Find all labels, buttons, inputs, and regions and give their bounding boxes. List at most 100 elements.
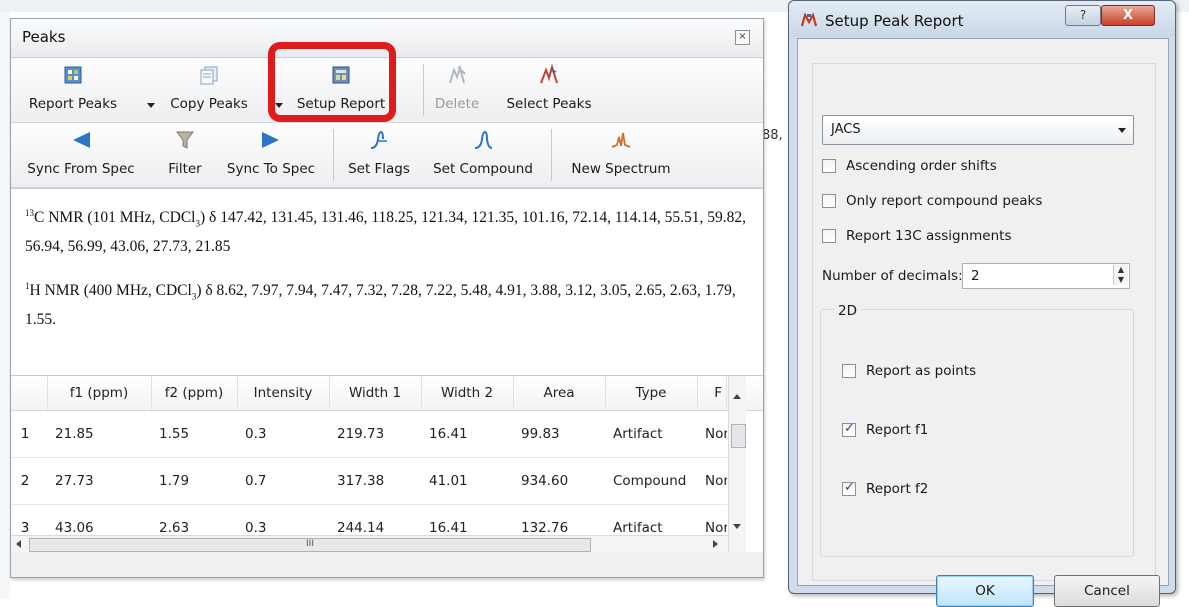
row-number-header [11, 376, 48, 410]
sync-from-spec-label: Sync From Spec [27, 161, 135, 177]
background-partial-number: 88, [762, 128, 783, 143]
table-header: f1 (ppm) f2 (ppm) Intensity Width 1 Widt… [11, 376, 763, 411]
delete-label: Delete [434, 96, 480, 112]
cell-width1[interactable]: 219.73 [329, 411, 421, 457]
spin-arrows-icon[interactable]: ▲ ▼ [1113, 265, 1128, 285]
cell-flag[interactable]: Nor [697, 458, 727, 504]
dialog-body: JACS Ascending order shifts Only report … [797, 38, 1169, 607]
cell-flag[interactable]: Nor [697, 411, 727, 457]
decimals-label: Number of decimals: [822, 268, 963, 284]
report-f2-checkbox[interactable]: ✓ [842, 480, 856, 496]
vertical-scrollbar[interactable] [728, 376, 746, 552]
arrow-right-icon [262, 132, 279, 148]
column-header-f1[interactable]: f1 (ppm) [47, 376, 152, 410]
select-peaks-icon [540, 64, 558, 84]
column-header-width1[interactable]: Width 1 [329, 376, 422, 410]
ascending-order-checkbox[interactable] [822, 159, 836, 173]
cell-area[interactable]: 934.60 [513, 458, 605, 504]
select-peaks-button[interactable]: Select Peaks [497, 58, 601, 122]
table-row[interactable]: 2 27.73 1.79 0.7 317.38 41.01 934.60 Com… [11, 458, 727, 505]
report-points-checkbox[interactable] [842, 364, 856, 378]
cell-f1[interactable]: 21.85 [47, 411, 151, 457]
scroll-left-icon[interactable] [16, 540, 21, 548]
cell-type[interactable]: Artifact [605, 505, 697, 535]
report-peaks-icon [64, 66, 82, 84]
report-peaks-button[interactable]: Report Peaks [23, 58, 123, 122]
column-header-intensity[interactable]: Intensity [237, 376, 330, 410]
cell-f2[interactable]: 2.63 [151, 505, 237, 535]
cell-width2[interactable]: 41.01 [421, 458, 513, 504]
help-icon[interactable]: ? [1065, 5, 1101, 26]
report-peaks-dropdown-icon[interactable] [147, 103, 155, 108]
table-row[interactable]: 3 43.06 2.63 0.3 244.14 16.41 132.76 Art… [11, 505, 727, 536]
background-canvas-left [0, 12, 10, 599]
cell-f2[interactable]: 1.55 [151, 411, 237, 457]
row-number: 1 [20, 426, 30, 442]
new-spectrum-label: New Spectrum [571, 161, 671, 177]
report-f1-checkbox[interactable]: ✓ [842, 421, 856, 437]
toolbar-separator [333, 129, 334, 181]
cell-intensity[interactable]: 0.3 [237, 411, 329, 457]
scroll-right-icon[interactable] [713, 540, 718, 548]
set-compound-icon [474, 130, 493, 149]
cell-type[interactable]: Compound [605, 458, 697, 504]
close-icon[interactable]: X [1101, 5, 1155, 26]
report-f2-label: Report f2 [866, 481, 929, 497]
only-compound-label: Only report compound peaks [846, 193, 1043, 209]
peaks-table: f1 (ppm) f2 (ppm) Intensity Width 1 Widt… [11, 376, 763, 552]
cell-intensity[interactable]: 0.3 [237, 505, 329, 535]
set-flags-button[interactable]: Set Flags [341, 123, 417, 187]
cell-type[interactable]: Artifact [605, 411, 697, 457]
vertical-scroll-thumb[interactable] [731, 424, 746, 448]
ascending-order-label: Ascending order shifts [846, 158, 997, 174]
set-compound-button[interactable]: Set Compound [425, 123, 541, 187]
cell-f1[interactable]: 43.06 [47, 505, 151, 535]
select-peaks-label: Select Peaks [506, 96, 592, 112]
chevron-down-icon [1118, 128, 1126, 133]
report-1h-nucleus: H NMR (400 MHz, CDCl [29, 282, 192, 300]
scroll-down-icon[interactable] [733, 524, 741, 529]
column-header-flag[interactable]: F [697, 376, 727, 410]
cell-intensity[interactable]: 0.7 [237, 458, 329, 504]
filter-label: Filter [168, 161, 202, 177]
filter-button[interactable]: Filter [161, 123, 209, 187]
cell-area[interactable]: 99.83 [513, 411, 605, 457]
sync-from-spec-button[interactable]: Sync From Spec [17, 123, 145, 187]
sync-to-spec-button[interactable]: Sync To Spec [219, 123, 323, 187]
copy-peaks-icon [200, 66, 218, 85]
cell-width2[interactable]: 16.41 [421, 411, 513, 457]
column-header-area[interactable]: Area [513, 376, 606, 410]
new-spectrum-button[interactable]: New Spectrum [559, 123, 683, 187]
horizontal-scrollbar[interactable]: III [11, 535, 728, 553]
copy-peaks-button[interactable]: Copy Peaks [161, 58, 257, 122]
checkmark-icon: ✓ [844, 421, 855, 436]
cell-f1[interactable]: 27.73 [47, 458, 151, 504]
report-format-value: JACS [831, 122, 861, 137]
report-13c-nucleus: C NMR (101 MHz, CDCl [34, 209, 196, 227]
report-13c-label: Report 13C assignments [846, 228, 1012, 244]
decimals-spinbox[interactable]: 2 ▲ ▼ [962, 263, 1130, 289]
cell-width1[interactable]: 317.38 [329, 458, 421, 504]
only-compound-checkbox[interactable] [822, 194, 836, 208]
report-points-label: Report as points [866, 363, 977, 379]
cell-width2[interactable]: 16.41 [421, 505, 513, 535]
column-header-type[interactable]: Type [605, 376, 698, 410]
peak-report-text[interactable]: 13C NMR (101 MHz, CDCl3) δ 147.42, 131.4… [11, 188, 763, 376]
decimals-value: 2 [971, 268, 980, 284]
cell-area[interactable]: 132.76 [513, 505, 605, 535]
scroll-up-icon[interactable] [733, 394, 741, 399]
horizontal-scroll-thumb[interactable]: III [29, 538, 591, 552]
column-header-f2[interactable]: f2 (ppm) [151, 376, 238, 410]
cell-width1[interactable]: 244.14 [329, 505, 421, 535]
cell-flag[interactable]: Nor [697, 505, 727, 535]
cancel-button[interactable]: Cancel [1054, 575, 1160, 607]
dialog-title: Setup Peak Report [825, 12, 964, 30]
report-13c-checkbox[interactable] [822, 229, 836, 243]
cell-f2[interactable]: 1.79 [151, 458, 237, 504]
table-row[interactable]: 1 21.85 1.55 0.3 219.73 16.41 99.83 Arti… [11, 411, 727, 458]
ok-button[interactable]: OK [936, 575, 1034, 607]
column-header-width2[interactable]: Width 2 [421, 376, 514, 410]
close-icon[interactable]: × [735, 30, 750, 45]
delete-button[interactable]: Delete [431, 58, 483, 122]
report-format-select[interactable]: JACS [822, 115, 1134, 145]
